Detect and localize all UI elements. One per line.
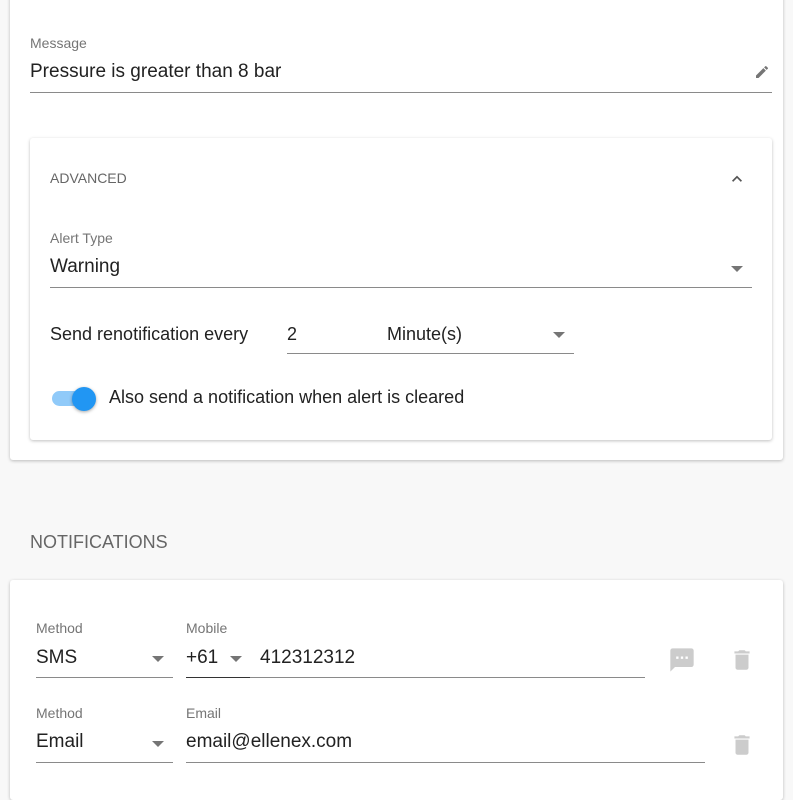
country-code-underline [186,677,250,678]
dropdown-arrow-icon[interactable] [731,266,743,272]
mobile-underline [186,677,645,678]
mobile-label: Mobile [186,620,228,636]
alert-type-label: Alert Type [50,230,113,246]
cleared-toggle-label: Also send a notification when alert is c… [109,387,465,407]
alert-type-select[interactable]: Warning [50,256,120,278]
trash-icon[interactable] [729,731,755,759]
dropdown-arrow-icon[interactable] [152,656,164,662]
notifications-heading: NOTIFICATIONS [30,532,168,552]
country-code-select[interactable]: +61 [186,647,218,669]
method-label: Method [36,620,83,636]
method-select[interactable]: SMS [36,647,77,669]
chevron-up-icon[interactable] [727,169,747,189]
message-label: Message [30,35,87,51]
sms-message-icon[interactable] [668,646,696,674]
dropdown-arrow-icon[interactable] [152,741,164,747]
message-underline [30,92,772,93]
message-input[interactable]: Pressure is greater than 8 bar [30,61,281,83]
toggle-knob [72,387,96,411]
method-select[interactable]: Email [36,731,84,753]
method-underline [36,677,173,678]
method-underline [36,762,173,763]
mobile-input[interactable]: 412312312 [260,647,355,669]
renotify-underline [287,353,574,354]
notifications-card [10,580,783,800]
trash-icon[interactable] [729,646,755,674]
advanced-header[interactable]: ADVANCED [50,170,127,186]
alert-type-underline [50,287,752,288]
dropdown-arrow-icon[interactable] [553,332,565,338]
pencil-icon[interactable] [754,64,770,80]
method-label: Method [36,705,83,721]
email-input[interactable]: email@ellenex.com [186,731,352,753]
renotify-interval-input[interactable]: 2 [287,323,297,345]
renotify-unit-select[interactable]: Minute(s) [387,323,462,345]
email-underline [186,762,705,763]
dropdown-arrow-icon[interactable] [230,656,242,662]
email-label: Email [186,705,222,721]
cleared-toggle[interactable] [52,387,98,411]
renotify-label: Send renotification every [50,324,249,344]
